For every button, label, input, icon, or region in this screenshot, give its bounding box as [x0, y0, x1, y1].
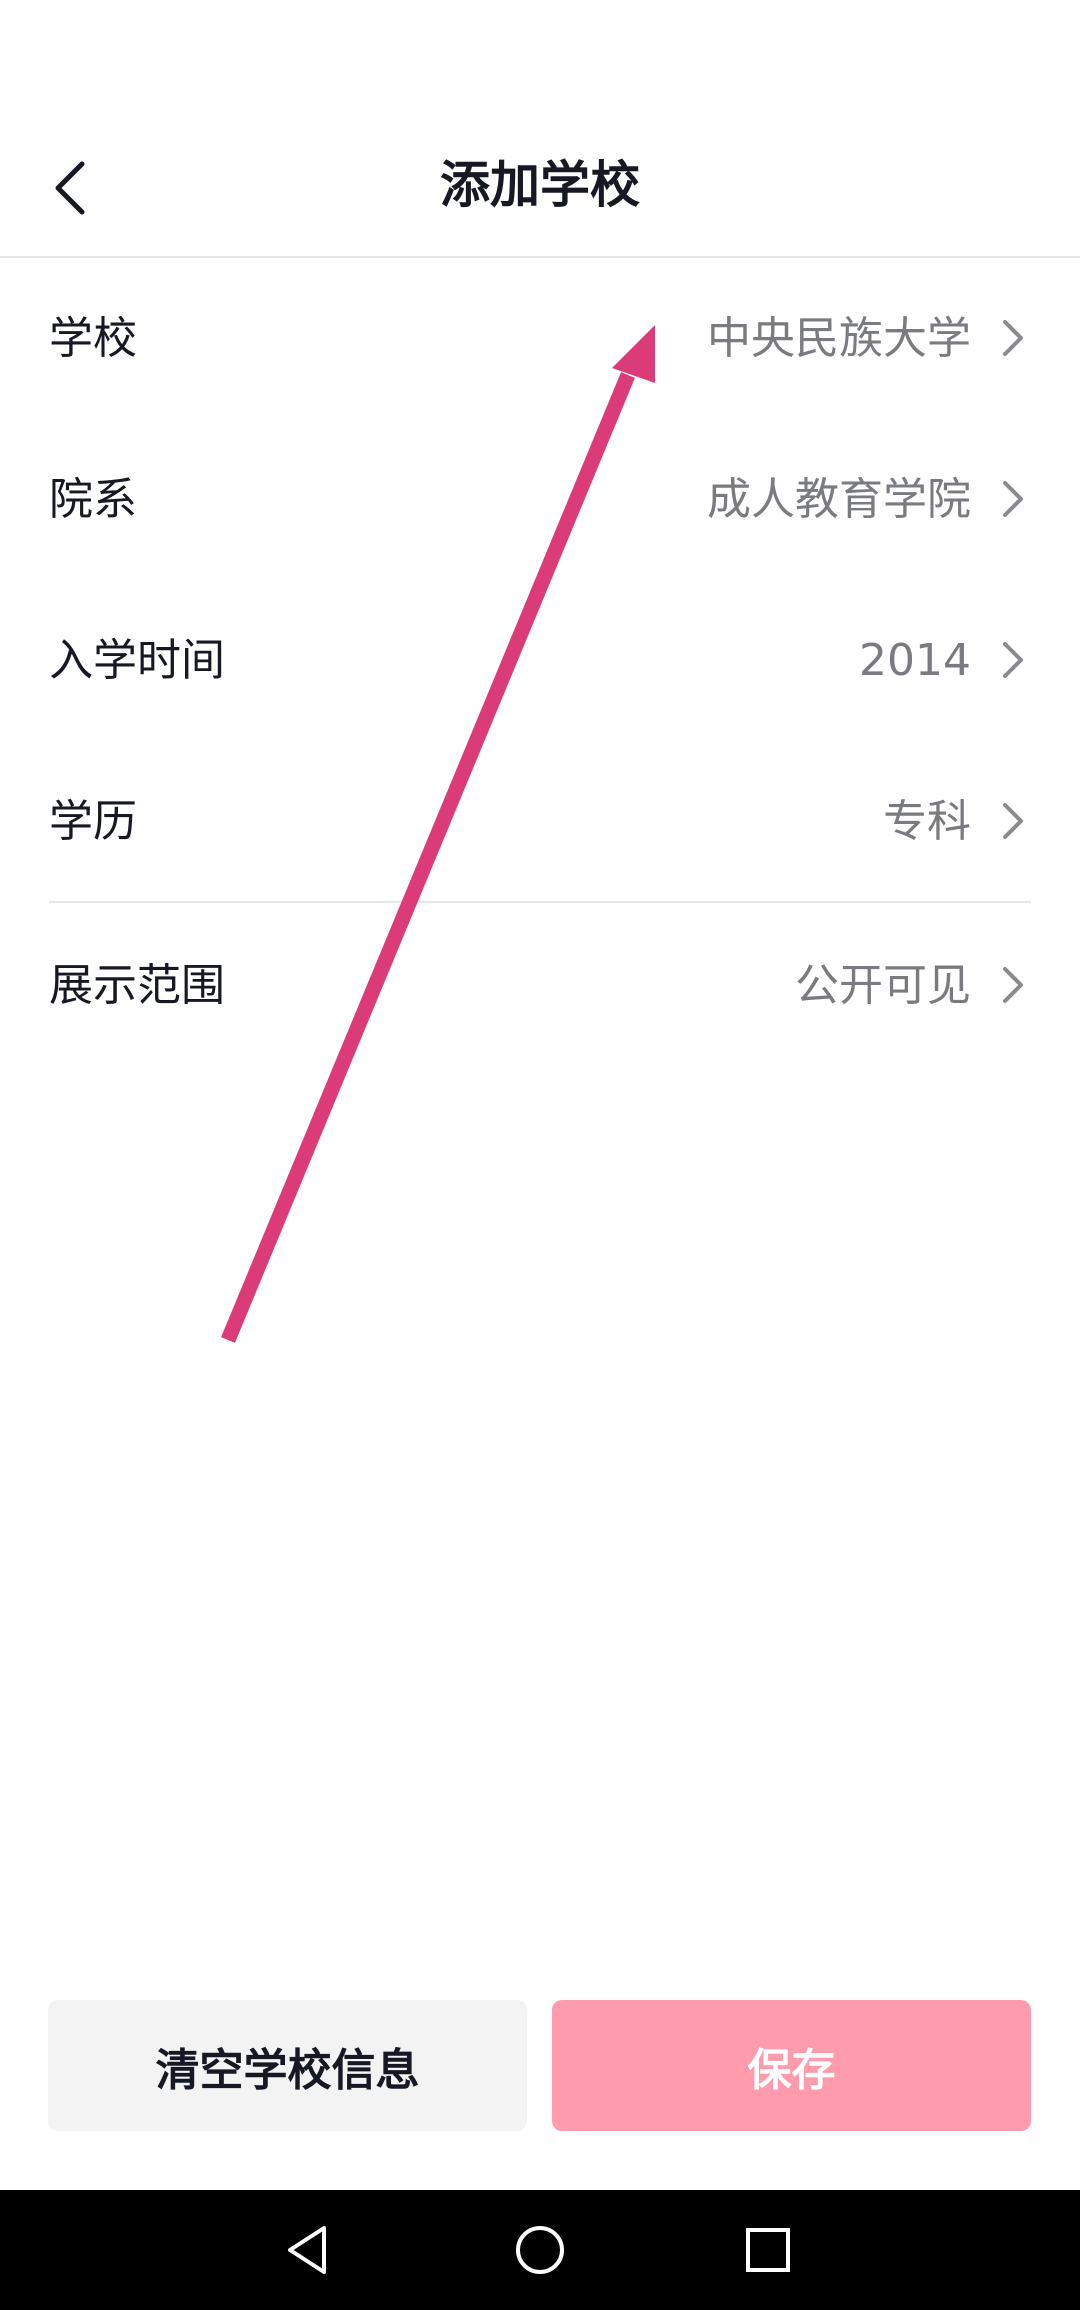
- row-value-education-level: 专科: [883, 796, 971, 847]
- nav-back-button[interactable]: [268, 2210, 348, 2290]
- row-visibility[interactable]: 展示范围 公开可见: [0, 905, 1080, 1066]
- row-label-enrollment-year: 入学时间: [49, 635, 225, 686]
- row-enrollment-year[interactable]: 入学时间 2014: [0, 580, 1080, 741]
- chevron-right-icon: [1003, 803, 1023, 839]
- row-label-visibility: 展示范围: [49, 960, 225, 1011]
- nav-home-button[interactable]: [500, 2210, 580, 2290]
- square-recents-icon: [746, 2228, 790, 2272]
- chevron-right-icon: [1003, 967, 1023, 1003]
- row-value-school: 中央民族大学: [707, 313, 971, 364]
- chevron-right-icon: [1003, 320, 1023, 356]
- clear-school-info-button[interactable]: 清空学校信息: [48, 2000, 527, 2131]
- header: 添加学校: [0, 120, 1080, 256]
- row-department[interactable]: 院系 成人教育学院: [0, 419, 1080, 580]
- row-label-school: 学校: [49, 313, 137, 364]
- system-nav-bar: [0, 2190, 1080, 2310]
- nav-recents-button[interactable]: [728, 2210, 808, 2290]
- row-value-department: 成人教育学院: [707, 474, 971, 525]
- chevron-right-icon: [1003, 642, 1023, 678]
- row-school[interactable]: 学校 中央民族大学: [0, 258, 1080, 419]
- section-divider: [49, 901, 1031, 903]
- row-value-visibility: 公开可见: [795, 960, 971, 1011]
- chevron-right-icon: [1003, 481, 1023, 517]
- page-title: 添加学校: [440, 156, 640, 214]
- circle-home-icon: [516, 2226, 564, 2274]
- row-education-level[interactable]: 学历 专科: [0, 741, 1080, 902]
- row-value-enrollment-year: 2014: [859, 635, 971, 686]
- row-label-department: 院系: [49, 474, 137, 525]
- save-button[interactable]: 保存: [552, 2000, 1031, 2131]
- triangle-back-icon: [288, 2226, 326, 2274]
- row-label-education-level: 学历: [49, 796, 137, 847]
